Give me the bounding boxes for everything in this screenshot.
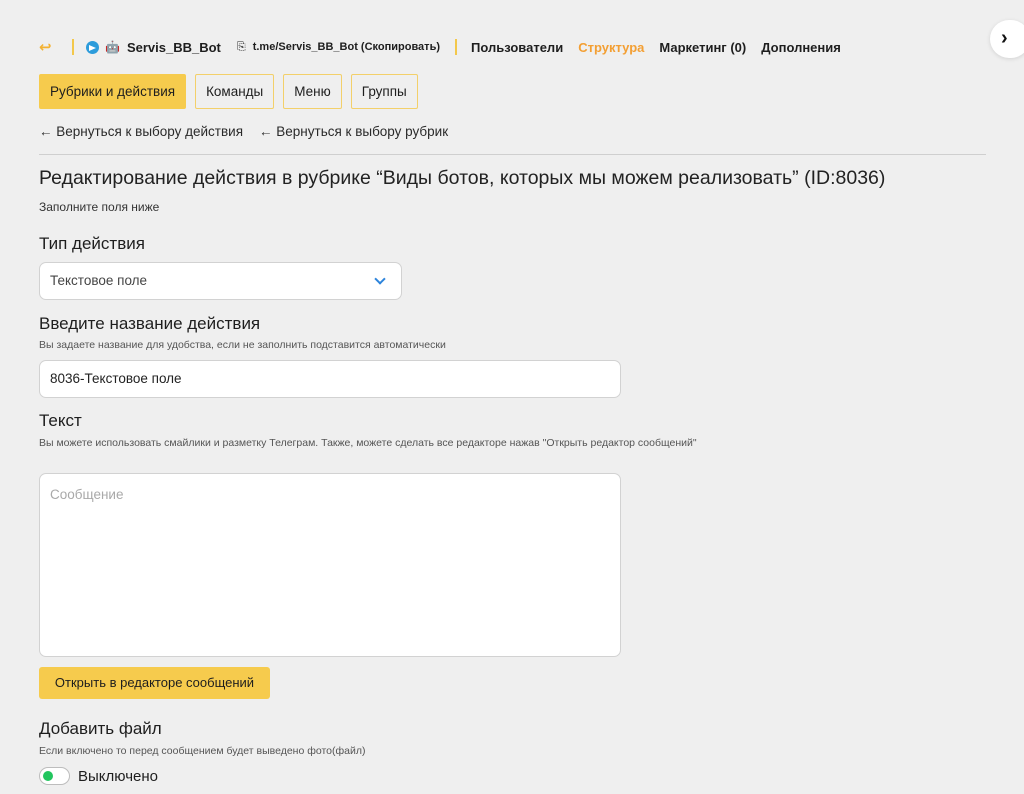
action-name-input[interactable]: 8036-Текстовое поле [39, 360, 621, 398]
action-name-label: Введите название действия [39, 314, 261, 333]
link-icon: ⎘ [236, 40, 246, 53]
tab-groups[interactable]: Группы [350, 74, 418, 109]
bot-link-copy[interactable]: t.me/Servis_BB_Bot (Скопировать) [253, 41, 440, 53]
divider [39, 154, 986, 155]
nav-users[interactable]: Пользователи [471, 40, 563, 55]
chevron-right-icon[interactable]: › [990, 20, 1024, 58]
nav-extensions[interactable]: Дополнения [761, 40, 841, 55]
robot-icon: 🤖 [105, 40, 120, 54]
open-editor-button[interactable]: Открыть в редакторе сообщений [39, 667, 270, 699]
top-bar: ↩ 🤖 Servis_BB_Bot ⎘ t.me/Servis_BB_Bot (… [39, 38, 856, 56]
message-textarea[interactable]: Сообщение [39, 473, 621, 657]
back-to-rubrics-link[interactable]: ← Вернуться к выбору рубрик [259, 124, 448, 139]
toggle-state-label: Выключено [78, 767, 158, 785]
section-tabs: Рубрики и действия Команды Меню Группы [39, 74, 418, 109]
action-type-select[interactable]: Текстовое поле [39, 262, 402, 300]
back-to-action-link[interactable]: ← Вернуться к выбору действия [39, 124, 243, 139]
text-label: Текст [39, 411, 82, 430]
breadcrumb: ← Вернуться к выбору действия ← Вернутьс… [39, 124, 448, 139]
nav-marketing[interactable]: Маркетинг (0) [659, 40, 746, 55]
add-file-toggle[interactable] [39, 767, 70, 785]
add-file-label: Добавить файл [39, 719, 162, 738]
tab-menu[interactable]: Меню [283, 74, 342, 109]
action-type-label: Тип действия [39, 234, 145, 253]
nav-structure[interactable]: Структура [578, 40, 644, 55]
divider [455, 39, 457, 55]
action-name-hint: Вы задаете название для удобства, если н… [39, 339, 446, 351]
telegram-icon [86, 40, 99, 54]
action-type-value: Текстовое поле [50, 273, 148, 288]
page-subtitle: Заполните поля ниже [39, 200, 160, 214]
tab-rubrics-actions[interactable]: Рубрики и действия [39, 74, 187, 109]
tab-commands[interactable]: Команды [195, 74, 275, 109]
back-icon[interactable]: ↩ [39, 38, 55, 56]
add-file-toggle-row: Выключено [39, 767, 158, 785]
add-file-hint: Если включено то перед сообщением будет … [39, 745, 366, 757]
text-hint: Вы можете использовать смайлики и размет… [39, 437, 697, 449]
divider [72, 39, 74, 55]
bot-name: Servis_BB_Bot [126, 39, 221, 55]
page-title: Редактирование действия в рубрике “Виды … [39, 167, 886, 189]
chevron-down-icon [374, 273, 386, 285]
toggle-knob [43, 771, 53, 781]
